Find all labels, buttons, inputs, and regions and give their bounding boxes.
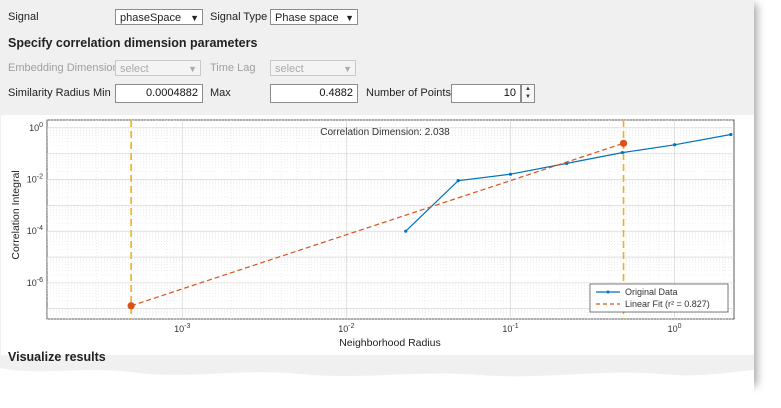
- x-axis-label: Neighborhood Radius: [339, 337, 441, 349]
- fit-endpoint-marker: [127, 302, 135, 310]
- visualize-heading: Visualize results: [8, 350, 106, 364]
- x-tick-label: 10-2: [338, 323, 354, 334]
- y-tick-label: 100: [29, 122, 43, 133]
- data-point: [673, 143, 677, 147]
- y-tick-label: 10-2: [27, 173, 43, 184]
- x-tick-label: 10-1: [502, 323, 518, 334]
- x-tick-label: 10-3: [174, 323, 190, 334]
- legend-fit-label: Linear Fit (r² = 0.827): [625, 299, 710, 309]
- data-point: [456, 179, 460, 183]
- data-point: [508, 172, 513, 176]
- torn-edge: [0, 368, 754, 408]
- app-panel: Signal phaseSpace ▼ Signal Type Phase sp…: [0, 0, 754, 382]
- correlation-plot: 10-3 10-2 10-1 100 100 10-2 10-4 10-6 Correlati…: [10, 119, 735, 349]
- y-axis-label: Correlation Integral: [10, 170, 22, 259]
- data-point: [620, 150, 624, 155]
- legend-marker-original: [606, 290, 610, 294]
- legend: Original Data Linear Fit (r² = 0.827): [589, 283, 729, 313]
- chart-annotation: Correlation Dimension: 2.038: [320, 127, 450, 138]
- legend-original-label: Original Data: [625, 287, 678, 297]
- y-tick-label: 10-4: [27, 225, 43, 236]
- data-point: [729, 132, 733, 137]
- x-tick-label: 100: [668, 323, 682, 334]
- fit-endpoint-marker: [619, 139, 628, 147]
- data-point: [404, 229, 408, 233]
- y-tick-label: 10-6: [27, 277, 43, 288]
